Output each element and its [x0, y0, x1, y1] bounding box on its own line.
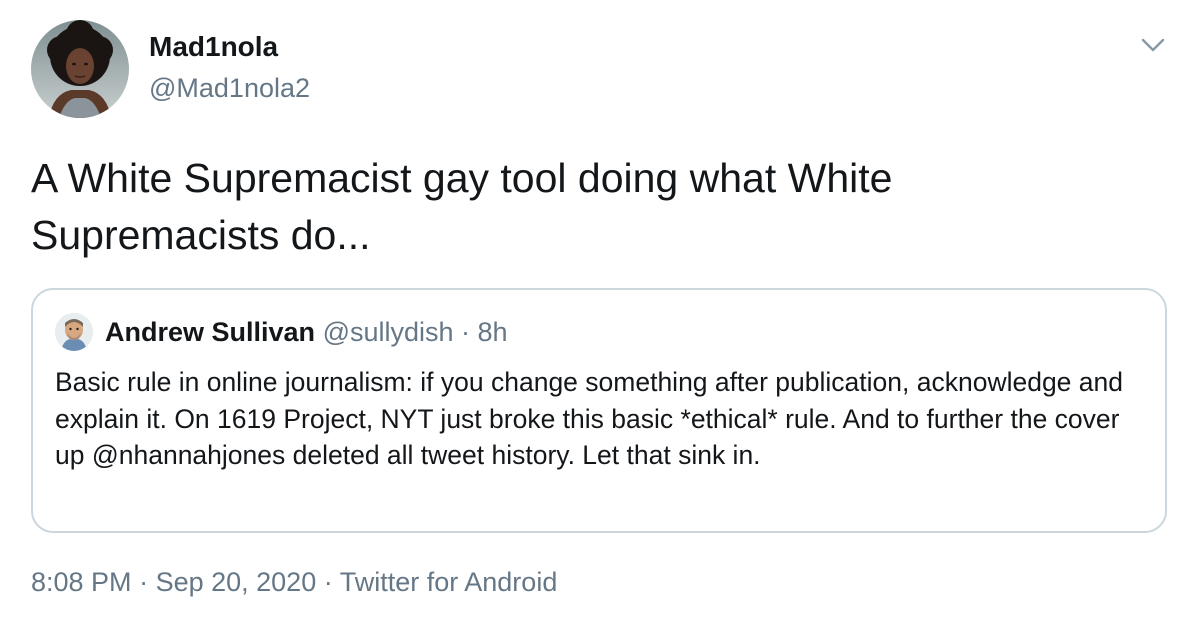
tweet-time[interactable]: 8:08 PM [31, 567, 132, 597]
chevron-down-icon[interactable] [1138, 32, 1168, 58]
quoted-tweet-text: Basic rule in online journalism: if you … [55, 367, 1123, 470]
tweet-metadata: 8:08 PM · Sep 20, 2020 · Twitter for And… [31, 564, 557, 600]
author-avatar[interactable] [31, 20, 129, 118]
quoted-tweet[interactable]: Andrew Sullivan @sullydish · 8h Basic ru… [31, 288, 1167, 533]
quoted-handle-text: @sullydish [322, 317, 454, 347]
author-avatar-image [31, 20, 129, 118]
footer-separator-2: · [316, 567, 340, 597]
footer-separator: · [131, 567, 156, 597]
quoted-tweet-age: 8h [477, 317, 508, 347]
tweet-card: Mad1nola @Mad1nola2 A White Supremacist … [0, 0, 1196, 628]
quoted-author-handle: @sullydish · 8h [323, 317, 508, 347]
tweet-source[interactable]: Twitter for Android [340, 567, 558, 597]
author-handle[interactable]: @Mad1nola2 [149, 71, 310, 105]
author-display-name[interactable]: Mad1nola [149, 30, 278, 64]
quoted-author-avatar [55, 313, 93, 351]
quoted-tweet-header: Andrew Sullivan @sullydish · 8h [105, 314, 508, 350]
quoted-author-name: Andrew Sullivan [105, 317, 316, 347]
tweet-date[interactable]: Sep 20, 2020 [156, 567, 317, 597]
tweet-text: A White Supremacist gay tool doing what … [31, 155, 893, 258]
quoted-separator: · [453, 317, 478, 347]
